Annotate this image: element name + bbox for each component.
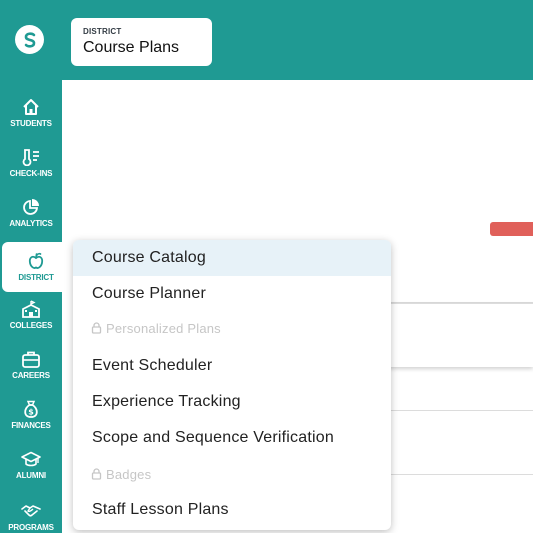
apple-icon xyxy=(26,252,46,270)
sidebar-item-label: CHECK-INS xyxy=(9,169,53,178)
sidebar-item-label: ALUMNI xyxy=(16,471,46,480)
menu-item-label: Course Planner xyxy=(92,285,206,302)
briefcase-icon xyxy=(21,350,41,368)
sidebar-item-label: STUDENTS xyxy=(10,119,52,128)
menu-item-label: Event Scheduler xyxy=(92,357,213,374)
sidebar-item-careers[interactable]: CAREERS xyxy=(0,340,62,390)
menu-item-course-planner[interactable]: Course Planner xyxy=(73,276,391,312)
menu-item-label: Personalized Plans xyxy=(106,320,221,336)
district-menu: Course Catalog Course Planner Personaliz… xyxy=(73,240,391,530)
menu-item-event-scheduler[interactable]: Event Scheduler xyxy=(73,348,391,384)
sidebar-item-label: ANALYTICS xyxy=(9,219,53,228)
content-card xyxy=(380,303,533,367)
top-bar: DISTRICT Course Plans xyxy=(0,0,533,80)
sidebar-item-label: PROGRAMS xyxy=(8,523,54,532)
menu-item-label: Experience Tracking xyxy=(92,393,241,410)
menu-item-badges: Badges xyxy=(73,458,391,490)
sidebar-item-label: COLLEGES xyxy=(9,321,53,330)
money-bag-icon: $ xyxy=(21,400,41,418)
lock-icon xyxy=(91,322,102,334)
menu-item-personalized-plans: Personalized Plans xyxy=(73,312,391,344)
sidebar: STUDENTS CHECK-INS ANALYTICS DISTRICT CO… xyxy=(0,80,70,533)
menu-item-experience-tracking[interactable]: Experience Tracking xyxy=(73,384,391,420)
lock-icon xyxy=(91,468,102,480)
menu-item-staff-lesson-plans[interactable]: Staff Lesson Plans xyxy=(73,492,391,528)
sidebar-item-label: CAREERS xyxy=(12,371,50,380)
divider xyxy=(380,410,533,411)
sidebar-item-alumni[interactable]: ALUMNI xyxy=(0,440,62,490)
sidebar-item-students[interactable]: STUDENTS xyxy=(0,88,62,138)
sidebar-item-district[interactable]: DISTRICT xyxy=(2,242,70,292)
page-title: Course Plans xyxy=(83,39,180,56)
divider xyxy=(380,474,533,475)
sidebar-item-programs[interactable]: PROGRAMS xyxy=(0,492,62,533)
sidebar-item-colleges[interactable]: COLLEGES xyxy=(0,290,62,340)
menu-item-label: Course Catalog xyxy=(92,249,206,266)
sidebar-item-check-ins[interactable]: CHECK-INS xyxy=(0,138,62,188)
thermometer-icon xyxy=(21,148,41,166)
brand-s-icon[interactable] xyxy=(15,25,44,54)
school-icon xyxy=(21,300,41,318)
menu-item-label: Staff Lesson Plans xyxy=(92,501,229,518)
svg-text:$: $ xyxy=(28,408,34,417)
graduation-cap-icon xyxy=(21,450,41,468)
pie-chart-icon xyxy=(21,198,41,216)
context-switcher[interactable]: DISTRICT Course Plans xyxy=(71,18,212,66)
menu-item-label: Scope and Sequence Verification xyxy=(92,429,334,446)
status-bar xyxy=(490,222,533,236)
handshake-icon xyxy=(21,502,41,520)
sidebar-item-finances[interactable]: $ FINANCES xyxy=(0,390,62,440)
menu-item-label: Badges xyxy=(106,466,152,482)
menu-item-course-catalog[interactable]: Course Catalog xyxy=(73,240,391,276)
sidebar-item-label: DISTRICT xyxy=(18,273,54,282)
context-label: DISTRICT xyxy=(83,27,122,36)
menu-item-scope-and-sequence-verification[interactable]: Scope and Sequence Verification xyxy=(73,420,391,456)
home-icon xyxy=(21,98,41,116)
sidebar-item-analytics[interactable]: ANALYTICS xyxy=(0,188,62,238)
sidebar-item-label: FINANCES xyxy=(11,421,51,430)
